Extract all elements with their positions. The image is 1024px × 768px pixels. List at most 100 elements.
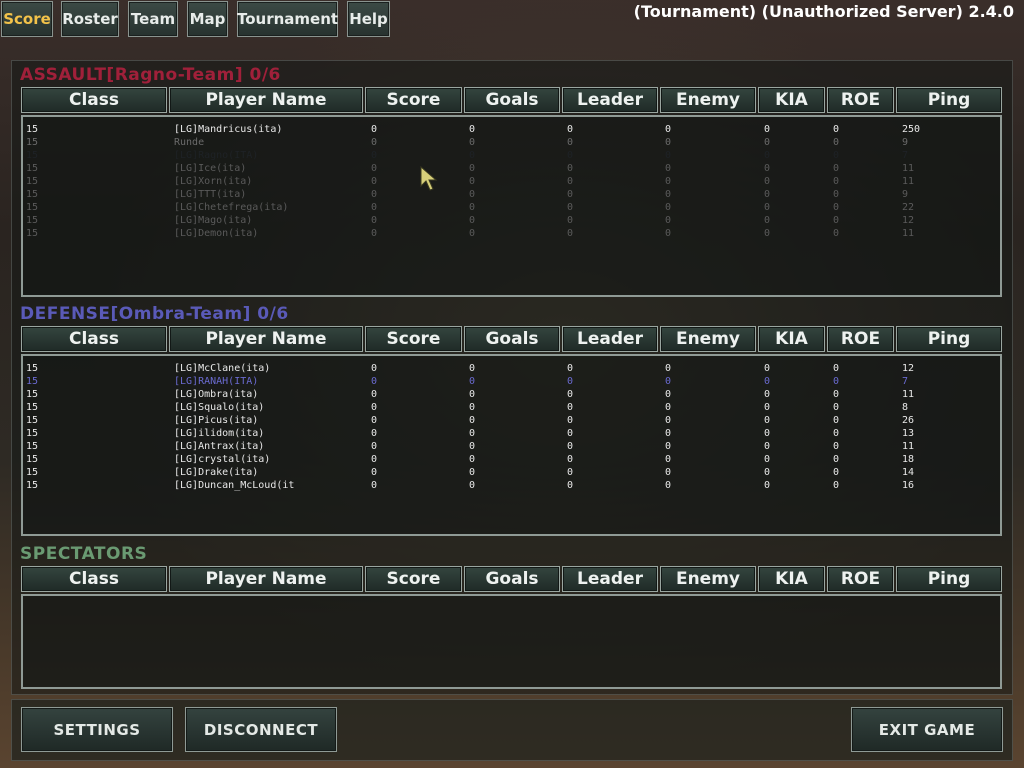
assault-cell-roe: 0	[833, 215, 840, 226]
spectators-column-header-ping[interactable]: Ping	[896, 566, 1002, 592]
defense-player-row[interactable]: 15 [LG]Ombra(ita) 0 0 0 0 0 0 11	[23, 388, 1000, 401]
assault-column-header-goals[interactable]: Goals	[464, 87, 560, 113]
settings-button[interactable]: SETTINGS	[21, 707, 173, 752]
defense-cell-class: 15	[26, 389, 39, 400]
tab-map[interactable]: Map	[187, 1, 228, 37]
tab-score[interactable]: Score	[1, 1, 53, 37]
defense-cell-leader: 0	[567, 480, 574, 491]
defense-cell-roe: 0	[833, 441, 840, 452]
defense-column-header-player-name[interactable]: Player Name	[169, 326, 363, 352]
assault-player-row[interactable]: 15 [LG]Demon(ita) 0 0 0 0 0 0 11	[23, 227, 1000, 240]
tab-roster[interactable]: Roster	[61, 1, 119, 37]
defense-player-row[interactable]: 15 [LG]Duncan_McLoud(it 0 0 0 0 0 0 16	[23, 479, 1000, 492]
assault-cell-enemy: 0	[665, 189, 672, 200]
defense-column-header-class[interactable]: Class	[21, 326, 167, 352]
spectators-column-header-kia[interactable]: KIA	[758, 566, 825, 592]
defense-column-header-ping[interactable]: Ping	[896, 326, 1002, 352]
assault-player-row[interactable]: 15 [LG]TTT(ita) 0 0 0 0 0 0 9	[23, 188, 1000, 201]
defense-player-row[interactable]: 15 [LG]McClane(ita) 0 0 0 0 0 0 12	[23, 362, 1000, 375]
spectators-column-header-score[interactable]: Score	[365, 566, 462, 592]
defense-column-header-enemy[interactable]: Enemy	[660, 326, 756, 352]
defense-cell-class: 15	[26, 376, 39, 387]
defense-column-header-score[interactable]: Score	[365, 326, 462, 352]
defense-cell-player-name: [LG]ilidom(ita)	[174, 428, 265, 439]
assault-cell-goals: 0	[469, 124, 476, 135]
assault-cell-score: 0	[371, 137, 378, 148]
assault-player-row[interactable]: 15 [LG]Ragno(ITA) 0 0 0 0 0 0 7	[23, 149, 1000, 162]
assault-cell-leader: 0	[567, 189, 574, 200]
defense-cell-leader: 0	[567, 376, 574, 387]
defense-player-row[interactable]: 15 [LG]crystal(ita) 0 0 0 0 0 0 18	[23, 453, 1000, 466]
defense-cell-leader: 0	[567, 415, 574, 426]
exit-game-button[interactable]: EXIT GAME	[851, 707, 1003, 752]
spectators-column-header-class[interactable]: Class	[21, 566, 167, 592]
assault-column-header-ping[interactable]: Ping	[896, 87, 1002, 113]
tab-tournament[interactable]: Tournament	[237, 1, 338, 37]
assault-column-header-roe[interactable]: ROE	[827, 87, 894, 113]
tab-help[interactable]: Help	[347, 1, 390, 37]
assault-column-header-kia[interactable]: KIA	[758, 87, 825, 113]
defense-cell-ping: 8	[902, 402, 909, 413]
defense-cell-score: 0	[371, 363, 378, 374]
defense-cell-player-name: [LG]Duncan_McLoud(it	[174, 480, 295, 491]
defense-column-header-goals[interactable]: Goals	[464, 326, 560, 352]
assault-player-row[interactable]: 15 [LG]Ice(ita) 0 0 0 0 0 0 11	[23, 162, 1000, 175]
assault-player-row[interactable]: 15 [LG]Mandricus(ita) 0 0 0 0 0 0 250	[23, 123, 1000, 136]
defense-cell-kia: 0	[764, 402, 771, 413]
defense-cell-roe: 0	[833, 389, 840, 400]
disconnect-button[interactable]: DISCONNECT	[185, 707, 337, 752]
defense-player-row[interactable]: 15 [LG]Drake(ita) 0 0 0 0 0 0 14	[23, 466, 1000, 479]
defense-cell-ping: 26	[902, 415, 915, 426]
defense-player-row[interactable]: 15 [LG]RANAH(ITA) 0 0 0 0 0 0 7	[23, 375, 1000, 388]
assault-cell-ping: 11	[902, 163, 915, 174]
assault-column-header-player-name[interactable]: Player Name	[169, 87, 363, 113]
spectators-column-header-roe[interactable]: ROE	[827, 566, 894, 592]
defense-player-row[interactable]: 15 [LG]Squalo(ita) 0 0 0 0 0 0 8	[23, 401, 1000, 414]
defense-cell-ping: 14	[902, 467, 915, 478]
spectators-column-header-player-name[interactable]: Player Name	[169, 566, 363, 592]
tab-team[interactable]: Team	[128, 1, 178, 37]
spectators-column-header-enemy[interactable]: Enemy	[660, 566, 756, 592]
defense-player-row[interactable]: 15 [LG]ilidom(ita) 0 0 0 0 0 0 13	[23, 427, 1000, 440]
assault-cell-ping: 250	[902, 124, 921, 135]
assault-cell-leader: 0	[567, 202, 574, 213]
defense-player-row[interactable]: 15 [LG]Picus(ita) 0 0 0 0 0 0 26	[23, 414, 1000, 427]
assault-cell-class: 15	[26, 202, 39, 213]
defense-cell-enemy: 0	[665, 454, 672, 465]
defense-cell-score: 0	[371, 454, 378, 465]
spectators-column-header-leader[interactable]: Leader	[562, 566, 658, 592]
defense-cell-ping: 7	[902, 376, 909, 387]
assault-player-row[interactable]: 15 [LG]Chetefrega(ita) 0 0 0 0 0 0 22	[23, 201, 1000, 214]
defense-cell-kia: 0	[764, 454, 771, 465]
defense-column-header-leader[interactable]: Leader	[562, 326, 658, 352]
assault-column-header-class[interactable]: Class	[21, 87, 167, 113]
defense-cell-roe: 0	[833, 454, 840, 465]
defense-column-header-roe[interactable]: ROE	[827, 326, 894, 352]
assault-cell-leader: 0	[567, 137, 574, 148]
spectators-player-list[interactable]	[21, 594, 1002, 689]
defense-cell-player-name: [LG]Antrax(ita)	[174, 441, 265, 452]
assault-cell-score: 0	[371, 150, 378, 161]
assault-player-row[interactable]: 15 [LG]Xorn(ita) 0 0 0 0 0 0 11	[23, 175, 1000, 188]
defense-player-row[interactable]: 15 [LG]Antrax(ita) 0 0 0 0 0 0 11	[23, 440, 1000, 453]
defense-cell-ping: 13	[902, 428, 915, 439]
assault-cell-ping: 7	[902, 150, 909, 161]
assault-cell-class: 15	[26, 124, 39, 135]
assault-column-header-leader[interactable]: Leader	[562, 87, 658, 113]
assault-cell-roe: 0	[833, 137, 840, 148]
assault-column-header-enemy[interactable]: Enemy	[660, 87, 756, 113]
spectators-column-header-goals[interactable]: Goals	[464, 566, 560, 592]
defense-cell-class: 15	[26, 454, 39, 465]
defense-cell-enemy: 0	[665, 467, 672, 478]
assault-cell-leader: 0	[567, 124, 574, 135]
assault-column-header-score[interactable]: Score	[365, 87, 462, 113]
defense-column-header-kia[interactable]: KIA	[758, 326, 825, 352]
assault-player-list[interactable]: 15 [LG]Mandricus(ita) 0 0 0 0 0 0 250 15 Runde 0 0 0 0…	[21, 115, 1002, 297]
defense-cell-leader: 0	[567, 467, 574, 478]
assault-cell-enemy: 0	[665, 137, 672, 148]
assault-player-row[interactable]: 15 Runde 0 0 0 0 0 0 9	[23, 136, 1000, 149]
assault-cell-enemy: 0	[665, 228, 672, 239]
defense-player-list[interactable]: 15 [LG]McClane(ita) 0 0 0 0 0 0 12 15 [LG]RANAH(IT…	[21, 354, 1002, 536]
assault-player-row[interactable]: 15 [LG]Mago(ita) 0 0 0 0 0 0 12	[23, 214, 1000, 227]
assault-cell-leader: 0	[567, 228, 574, 239]
